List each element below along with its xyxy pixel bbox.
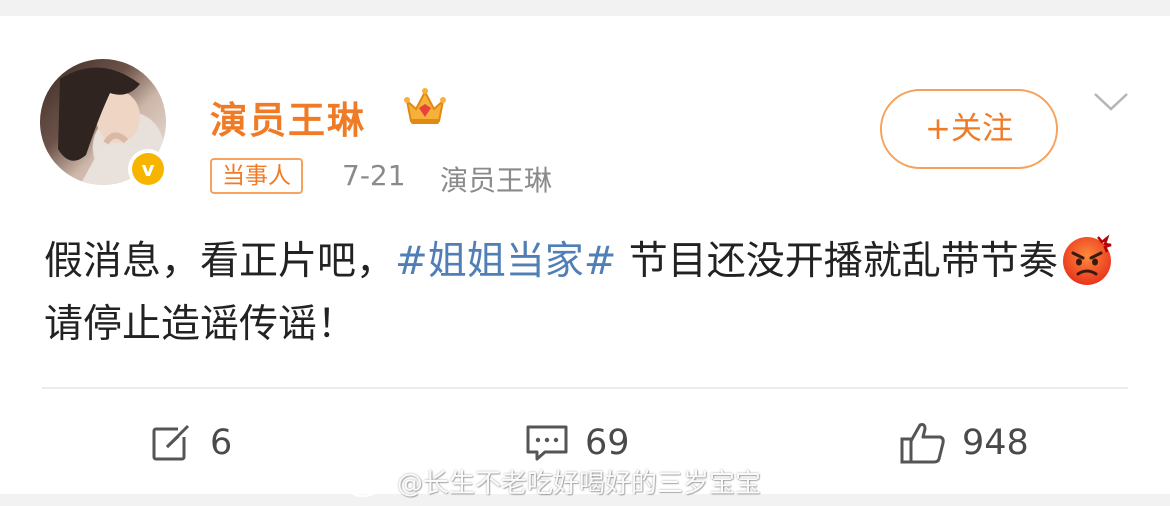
watermark-text: @长生不老吃好喝好的三岁宝宝 [397, 468, 762, 499]
weibo-logo-icon [345, 464, 391, 498]
like-button[interactable]: 948 [900, 420, 1029, 466]
post-text: 假消息，看正片吧，#姐姐当家# 节目还没开播就乱带节奏 请停止造谣传谣！ [44, 230, 1134, 356]
comment-button[interactable]: 69 [525, 420, 630, 466]
chevron-down-icon[interactable] [1092, 90, 1130, 118]
post-text-part: 节目还没开播就乱带节奏 [616, 239, 1058, 284]
watermark: @长生不老吃好喝好的三岁宝宝 [345, 464, 762, 499]
share-button[interactable]: 6 [150, 420, 232, 466]
angry-face-icon [1060, 233, 1114, 287]
divider [42, 387, 1128, 389]
comment-icon [526, 425, 568, 461]
weibo-post-card: v 演员王琳 当事人 7-21 演员王琳 +关注 假消息，看正片吧，#姐姐当家#… [0, 16, 1170, 494]
hashtag-link[interactable]: #姐姐当家# [395, 239, 616, 284]
post-source: 演员王琳 [440, 164, 553, 197]
crown-icon [402, 84, 448, 134]
verified-badge-icon: v [128, 149, 168, 189]
comment-count: 69 [585, 423, 630, 463]
username[interactable]: 演员王琳 [210, 90, 366, 144]
post-text-part: 请停止造谣传谣！ [44, 302, 357, 347]
share-icon [152, 423, 194, 461]
thumbs-up-icon [900, 423, 945, 464]
post-date: 7-21 [342, 159, 406, 192]
like-count: 948 [962, 423, 1029, 463]
follow-button[interactable]: +关注 [880, 89, 1058, 169]
share-count: 6 [210, 423, 233, 463]
post-text-part: 假消息，看正片吧， [44, 239, 396, 284]
role-tag: 当事人 [210, 158, 303, 194]
